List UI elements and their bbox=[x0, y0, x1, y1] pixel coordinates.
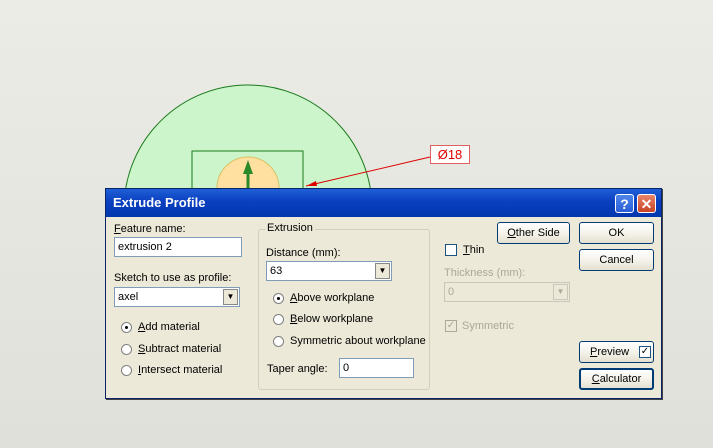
distance-combo[interactable]: 63 ▼ bbox=[266, 261, 392, 281]
above-workplane-radio[interactable] bbox=[273, 293, 284, 304]
preview-checkbox[interactable]: ✓ bbox=[639, 346, 651, 358]
chevron-down-icon[interactable]: ▼ bbox=[375, 263, 390, 279]
distance-label: Distance (mm): bbox=[266, 247, 341, 259]
taper-angle-input[interactable]: 0 bbox=[339, 358, 414, 378]
below-workplane-radio[interactable] bbox=[273, 314, 284, 325]
ok-label: OK bbox=[608, 227, 625, 239]
above-workplane-label[interactable]: Above workplane bbox=[290, 292, 374, 304]
feature-name-label: Feature name: bbox=[114, 223, 186, 235]
ok-button[interactable]: OK bbox=[579, 222, 654, 244]
thickness-combo[interactable]: 0 ▼ bbox=[444, 282, 570, 302]
thin-checkbox[interactable] bbox=[445, 244, 457, 256]
feature-name-input[interactable]: extrusion 2 bbox=[114, 237, 242, 257]
calculator-button[interactable]: Calculator bbox=[579, 368, 654, 390]
extrude-profile-dialog: Extrude Profile ? ✕ Feature name: extrus… bbox=[105, 188, 662, 399]
below-workplane-label[interactable]: Below workplane bbox=[290, 313, 373, 325]
other-side-label: Other Side bbox=[507, 227, 560, 239]
sketch-profile-select[interactable]: axel ▼ bbox=[114, 287, 240, 307]
thickness-label: Thickness (mm): bbox=[444, 267, 526, 279]
subtract-material-radio[interactable] bbox=[121, 344, 132, 355]
sketch-profile-label: Sketch to use as profile: bbox=[114, 272, 232, 284]
add-material-label[interactable]: Add material bbox=[138, 321, 200, 333]
preview-label: Preview bbox=[590, 346, 630, 358]
symmetric-workplane-label[interactable]: Symmetric about workplane bbox=[290, 335, 426, 347]
chevron-down-icon[interactable]: ▼ bbox=[223, 289, 238, 305]
thin-label[interactable]: Thin bbox=[463, 244, 484, 256]
help-icon[interactable]: ? bbox=[615, 194, 634, 213]
extrusion-group: Extrusion Distance (mm): 63 ▼ Above work… bbox=[258, 222, 430, 390]
symmetric-workplane-radio[interactable] bbox=[273, 336, 284, 347]
symmetric-checkbox[interactable]: ✓ bbox=[445, 320, 457, 332]
subtract-material-label[interactable]: Subtract material bbox=[138, 343, 221, 355]
dialog-titlebar[interactable]: Extrude Profile ? ✕ bbox=[106, 189, 661, 217]
thickness-value: 0 bbox=[448, 286, 455, 298]
sketch-profile-value: axel bbox=[118, 291, 139, 303]
other-side-button[interactable]: Other Side bbox=[497, 222, 570, 244]
intersect-material-label[interactable]: Intersect material bbox=[138, 364, 222, 376]
calculator-label: Calculator bbox=[591, 373, 642, 385]
extrusion-group-title: Extrusion bbox=[265, 222, 315, 234]
diameter-dimension-label[interactable]: Ø18 bbox=[430, 145, 470, 164]
intersect-material-radio[interactable] bbox=[121, 365, 132, 376]
symmetric-label: Symmetric bbox=[462, 320, 514, 332]
cancel-button[interactable]: Cancel bbox=[579, 249, 654, 271]
cancel-label: Cancel bbox=[599, 254, 634, 266]
taper-angle-label: Taper angle: bbox=[267, 363, 328, 375]
chevron-down-icon[interactable]: ▼ bbox=[553, 284, 568, 300]
close-icon[interactable]: ✕ bbox=[637, 194, 656, 213]
distance-value: 63 bbox=[270, 265, 283, 277]
dialog-title: Extrude Profile bbox=[113, 195, 206, 210]
add-material-radio[interactable] bbox=[121, 322, 132, 333]
